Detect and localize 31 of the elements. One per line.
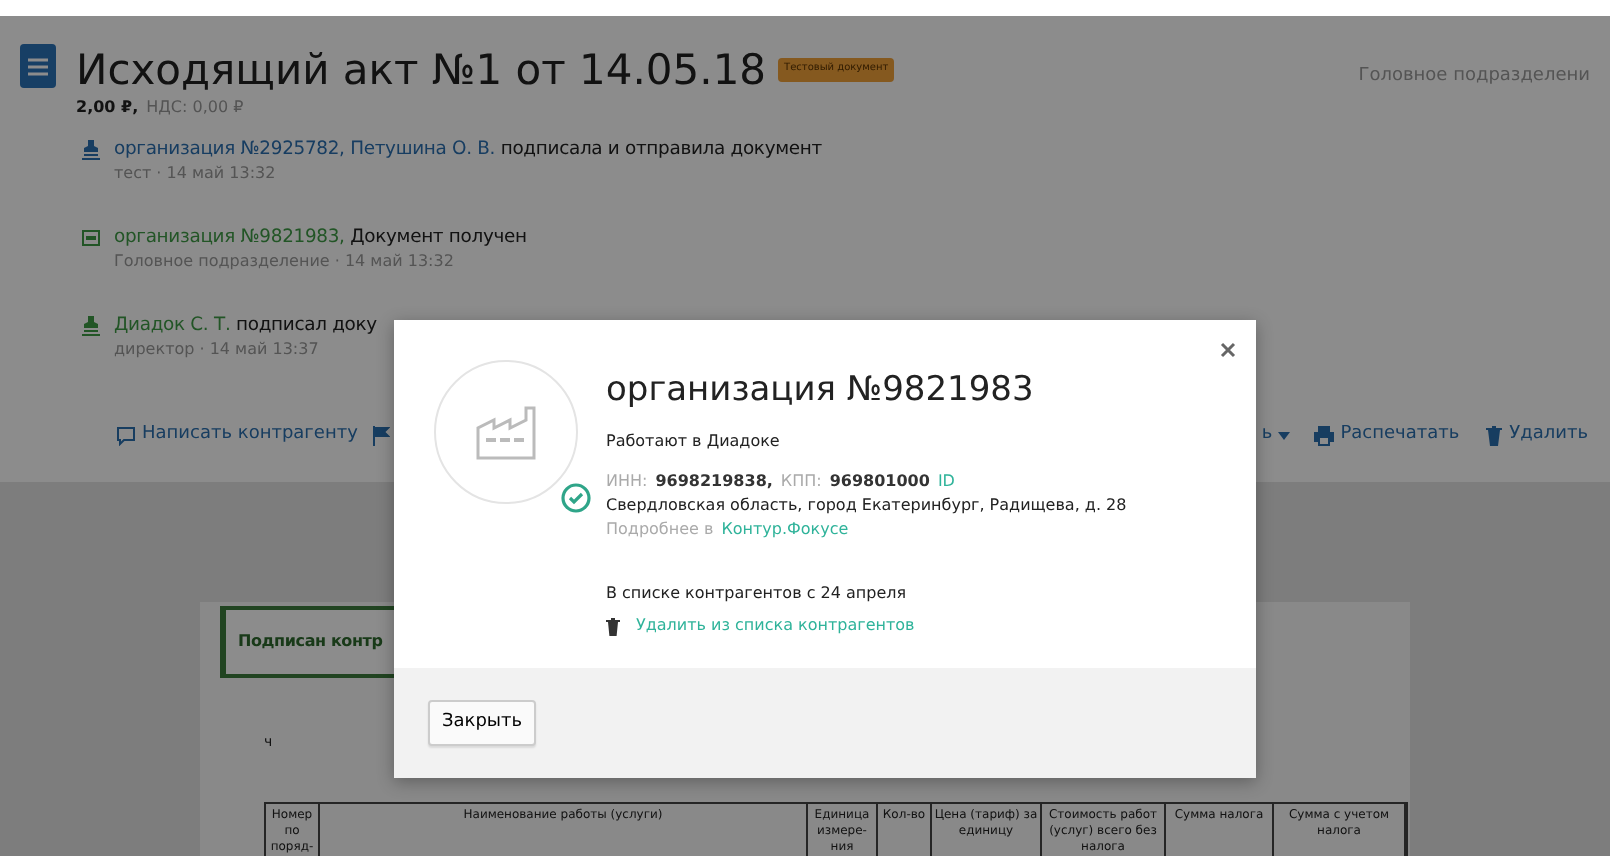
close-dialog-button[interactable]: Закрыть: [428, 699, 537, 747]
since-text: В списке контрагентов с 24 апреля: [606, 582, 909, 606]
document-title: Исходящий акт №1 от 14.05.18: [76, 44, 767, 96]
id-link[interactable]: ID: [937, 470, 955, 494]
document-amount: 2,00 ₽,: [76, 96, 139, 120]
division-label: Головное подразделени: [1358, 64, 1590, 90]
event-text: подписала и отправила документ: [500, 138, 822, 160]
event-meta: директор · 14 май 13:37: [114, 338, 321, 362]
action-link[interactable]: Удалить: [1483, 422, 1589, 450]
kpp-value: 969801000: [829, 470, 930, 494]
event-meta: Головное подразделение · 14 май 13:32: [114, 250, 456, 274]
organization-link[interactable]: Диадок С. Т.: [114, 314, 231, 336]
status-text: Работают в Диадоке: [606, 430, 782, 454]
action-link[interactable]: Распечатать: [1314, 422, 1460, 450]
event-text: Документ получен: [350, 226, 527, 248]
address-text: Свердловская область, город Екатеринбург, Радищева, д. 28: [606, 494, 1127, 518]
focus-link[interactable]: Контур.Фокусе: [721, 518, 849, 542]
organization-name: организация №9821983: [606, 368, 1036, 412]
more-info-text: Подробнее в: [606, 518, 714, 542]
organization-link[interactable]: организация №2925782, Петушина О. В.: [114, 138, 496, 160]
signed-stamp: Подписан контр: [220, 606, 399, 678]
action-link[interactable]: ь: [1261, 422, 1291, 450]
inn-label: ИНН:: [606, 470, 648, 494]
vat-amount: НДС: 0,00 ₽: [146, 96, 244, 120]
kpp-label: КПП:: [780, 470, 822, 494]
organization-link[interactable]: организация №9821983,: [114, 226, 345, 248]
action-link[interactable]: Написать контрагенту: [116, 422, 358, 450]
inn-value: 9698219838,: [655, 470, 773, 494]
event-meta: тест · 14 май 13:32: [114, 162, 278, 186]
remove-link[interactable]: Удалить из списка контрагентов: [636, 614, 915, 638]
event-text: подписал доку: [236, 314, 377, 336]
